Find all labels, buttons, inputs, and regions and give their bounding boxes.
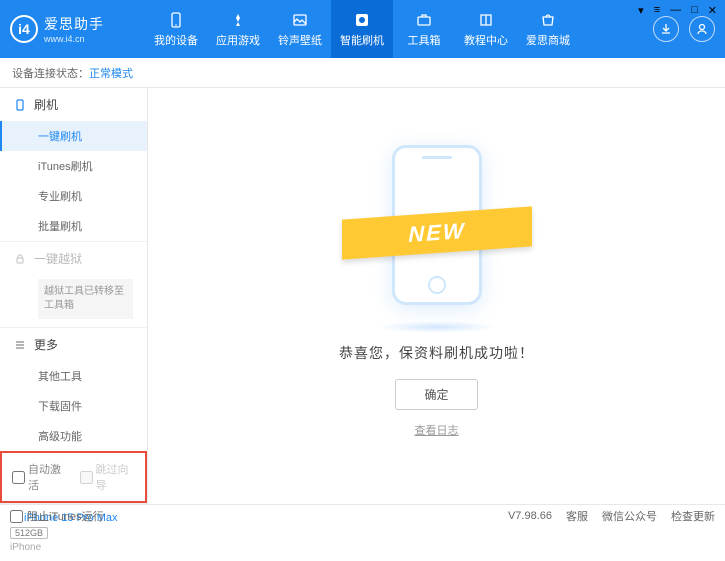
sidebar: 刷机 一键刷机 iTunes刷机 专业刷机 批量刷机 一键越狱 越狱工具已转移至… [0, 88, 148, 504]
status-label: 设备连接状态： [12, 65, 89, 81]
header-right [653, 16, 715, 42]
check-skip-guide[interactable]: 跳过向导 [80, 461, 136, 493]
phone-icon [14, 99, 26, 111]
nav-flash[interactable]: 智能刷机 [331, 0, 393, 58]
minimize-icon[interactable]: ― [670, 4, 681, 17]
header: i4 爱思助手 www.i4.cn 我的设备 应用游戏 铃声壁纸 智能刷机 工具… [0, 0, 725, 58]
tray-icon[interactable]: ≡ [654, 4, 660, 17]
store-icon [539, 11, 557, 29]
top-nav: 我的设备 应用游戏 铃声壁纸 智能刷机 工具箱 教程中心 爱思商城 [145, 0, 579, 58]
status-value: 正常模式 [89, 65, 133, 81]
sidebar-item-itunes[interactable]: iTunes刷机 [0, 151, 147, 181]
sidebar-item-other[interactable]: 其他工具 [0, 361, 147, 391]
sidebar-item-pro[interactable]: 专业刷机 [0, 181, 147, 211]
sidebar-checks: 自动激活 跳过向导 [0, 451, 147, 503]
device-type: iPhone [10, 542, 137, 553]
app-icon [229, 11, 247, 29]
app-subtitle: www.i4.cn [44, 34, 104, 44]
sidebar-item-batch[interactable]: 批量刷机 [0, 211, 147, 241]
sidebar-section-more[interactable]: 更多 [0, 328, 147, 361]
lock-icon [14, 253, 26, 265]
new-ribbon: NEW [342, 206, 532, 259]
user-button[interactable] [689, 16, 715, 42]
status-bar: 设备连接状态： 正常模式 [0, 58, 725, 88]
nav-ringtone[interactable]: 铃声壁纸 [269, 0, 331, 58]
sidebar-item-advanced[interactable]: 高级功能 [0, 421, 147, 451]
close-icon[interactable]: ✕ [708, 4, 717, 17]
book-icon [477, 11, 495, 29]
block-itunes-check[interactable]: 阻止iTunes运行 [10, 508, 104, 524]
toolbox-icon [415, 11, 433, 29]
nav-tutorial[interactable]: 教程中心 [455, 0, 517, 58]
nav-store[interactable]: 爱思商城 [517, 0, 579, 58]
nav-apps[interactable]: 应用游戏 [207, 0, 269, 58]
version: V7.98.66 [508, 510, 552, 522]
window-controls: ▾ ≡ ― □ ✕ [638, 4, 717, 17]
logo[interactable]: i4 爱思助手 www.i4.cn [10, 14, 145, 44]
menu-icon [14, 339, 26, 351]
wallpaper-icon [291, 11, 309, 29]
sidebar-item-oneclick[interactable]: 一键刷机 [0, 121, 147, 151]
download-button[interactable] [653, 16, 679, 42]
logo-icon: i4 [10, 15, 38, 43]
sidebar-section-jailbreak[interactable]: 一键越狱 [0, 242, 147, 275]
jailbreak-note: 越狱工具已转移至工具箱 [38, 279, 133, 319]
view-log-link[interactable]: 查看日志 [415, 422, 459, 438]
ok-button[interactable]: 确定 [395, 379, 477, 410]
sidebar-section-flash[interactable]: 刷机 [0, 88, 147, 121]
device-storage: 512GB [10, 527, 48, 539]
check-auto-activate[interactable]: 自动激活 [12, 461, 68, 493]
success-message: 恭喜您，保资料刷机成功啦！ [339, 343, 534, 363]
nav-toolbox[interactable]: 工具箱 [393, 0, 455, 58]
sidebar-item-download[interactable]: 下载固件 [0, 391, 147, 421]
maximize-icon[interactable]: □ [691, 4, 698, 17]
footer-link-support[interactable]: 客服 [566, 508, 588, 524]
footer-link-update[interactable]: 检查更新 [671, 508, 715, 524]
flash-icon [353, 11, 371, 29]
app-title: 爱思助手 [44, 14, 104, 34]
success-illustration: NEW [347, 135, 527, 325]
main-content: NEW 恭喜您，保资料刷机成功啦！ 确定 查看日志 [148, 88, 725, 504]
nav-my-device[interactable]: 我的设备 [145, 0, 207, 58]
tray-icon[interactable]: ▾ [638, 4, 644, 17]
footer-link-wechat[interactable]: 微信公众号 [602, 508, 657, 524]
phone-icon [167, 11, 185, 29]
